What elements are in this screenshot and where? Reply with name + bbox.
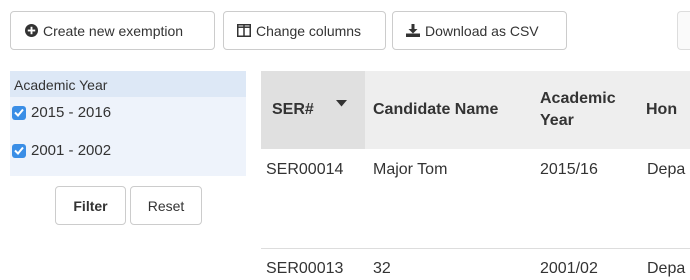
caret-down-icon[interactable]: [336, 92, 347, 114]
table-cell-home: Depa: [647, 260, 686, 277]
create-exemption-label: Create new exemption: [43, 22, 184, 39]
filter-option-2001-2002[interactable]: 2001 - 2002: [12, 142, 111, 159]
table-cell-ser: SER00014: [266, 161, 344, 178]
change-columns-button[interactable]: Change columns: [223, 11, 386, 50]
column-header-ser[interactable]: SER#: [261, 71, 365, 149]
column-header-candidate-name[interactable]: Candidate Name: [373, 71, 523, 149]
download-csv-button[interactable]: Download as CSV: [392, 11, 567, 50]
filter-option-2015-2016[interactable]: 2015 - 2016: [12, 104, 111, 121]
filter-button[interactable]: Filter: [55, 186, 126, 225]
filter-title: Academic Year: [10, 71, 246, 97]
column-header-label: SER#: [272, 101, 314, 118]
table-cell-candidate-name: Major Tom: [373, 161, 448, 178]
check-icon[interactable]: [12, 105, 26, 120]
columns-icon: [237, 24, 251, 37]
filter-option-label: 2015 - 2016: [31, 104, 112, 121]
column-header-academic-year[interactable]: Academic Year: [540, 71, 630, 149]
column-header-label: Academic Year: [540, 90, 616, 129]
check-icon[interactable]: [12, 143, 26, 158]
plus-circle-icon: [25, 24, 38, 37]
download-icon: [406, 24, 420, 37]
create-exemption-button[interactable]: Create new exemption: [10, 11, 215, 50]
reset-button[interactable]: Reset: [130, 186, 202, 225]
academic-year-filter: Academic Year 2015 - 2016 2001 - 2002: [10, 71, 246, 176]
filter-option-label: 2001 - 2002: [31, 142, 112, 159]
table-cell-home: Depa: [647, 161, 686, 178]
row-divider: [261, 248, 690, 249]
table-cell-ser: SER00013: [266, 260, 344, 277]
change-columns-label: Change columns: [256, 22, 362, 39]
table-header: SER# Candidate Name Academic Year Hon: [261, 71, 690, 149]
column-header-label: Candidate Name: [373, 101, 499, 118]
column-header-home[interactable]: Hon: [646, 71, 690, 149]
table-cell-candidate-name: 32: [373, 260, 391, 277]
table-cell-academic-year: 2015/16: [540, 161, 598, 178]
table-cell-academic-year: 2001/02: [540, 260, 598, 277]
clipped-toolbar-button[interactable]: [677, 11, 690, 50]
download-csv-label: Download as CSV: [425, 22, 539, 39]
column-header-label: Hon: [646, 101, 678, 118]
